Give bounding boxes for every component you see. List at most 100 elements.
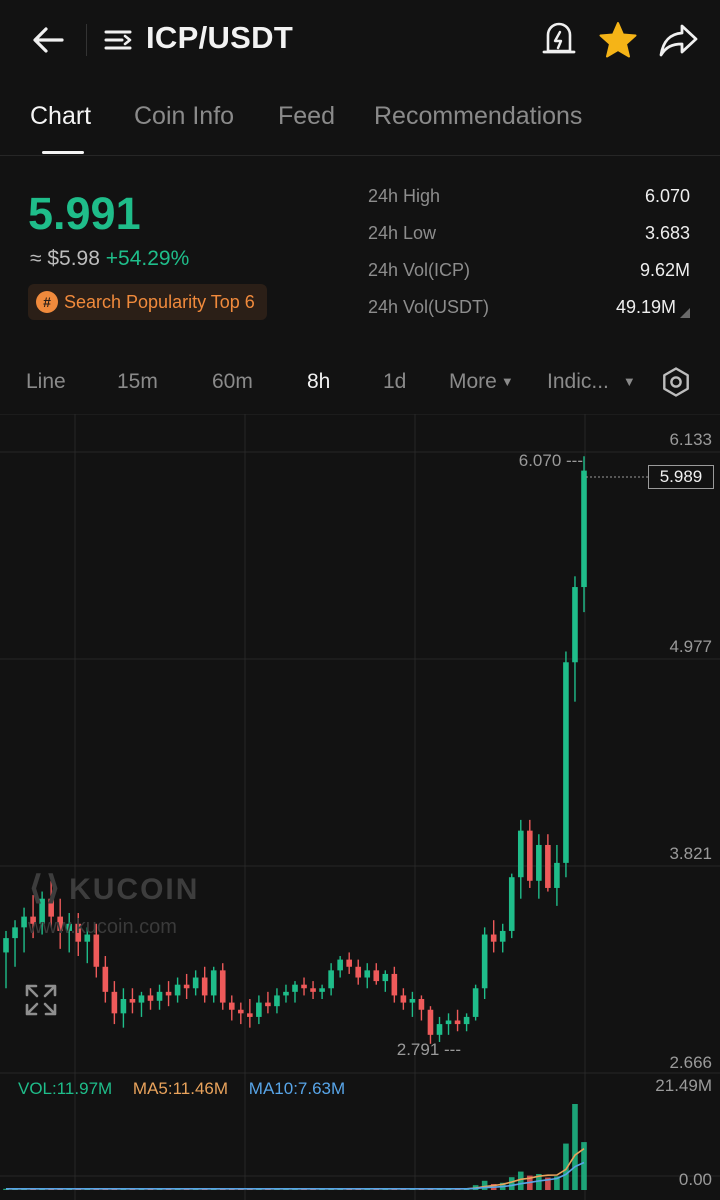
popularity-badge[interactable]: # Search Popularity Top 6 <box>28 284 267 320</box>
toggle-triangle-icon[interactable] <box>680 308 690 318</box>
candle-body <box>409 999 416 1003</box>
stat-row[interactable]: 24h Vol(USDT) 49.19M <box>368 293 690 330</box>
candle-body <box>174 984 181 996</box>
candle-body <box>147 995 154 1001</box>
candle-body <box>228 1002 235 1010</box>
share-icon[interactable] <box>656 18 702 62</box>
settings-icon[interactable] <box>660 366 692 398</box>
candle-body <box>256 1002 262 1017</box>
candle-body <box>201 977 208 996</box>
interval-line[interactable]: Line <box>26 370 66 394</box>
usd-value-and-change: ≈ $5.98 +54.29% <box>30 247 189 271</box>
change-percent: +54.29% <box>105 247 190 270</box>
interval-60m[interactable]: 60m <box>212 370 253 394</box>
interval-8h[interactable]: 8h <box>307 370 330 394</box>
candle-body <box>427 1009 434 1035</box>
candle-body <box>572 587 578 663</box>
candle-body <box>337 959 343 971</box>
candle-body <box>274 995 280 1007</box>
volume-bar <box>572 1104 578 1190</box>
low-marker-label: 2.791 --- <box>397 1040 461 1059</box>
interval-more-label: More <box>449 370 497 393</box>
price-alert-icon[interactable] <box>538 18 580 60</box>
y-axis-tick: 2.666 <box>669 1053 712 1072</box>
interval-1d[interactable]: 1d <box>383 370 406 394</box>
kucoin-logo: ⟨⟩ KUCOIN <box>28 869 200 907</box>
high-marker-label: 6.070 --- <box>519 451 583 470</box>
candle-body <box>283 991 289 996</box>
candle-body <box>346 959 352 967</box>
candle-body <box>536 844 542 881</box>
current-price-tag: 5.989 <box>648 465 714 489</box>
candle-body <box>165 991 172 996</box>
candle-body <box>436 1024 443 1035</box>
candle-body <box>517 830 524 878</box>
stat-label: 24h High <box>368 186 441 206</box>
ma5-value: MA5:11.46M <box>132 1079 229 1098</box>
candle-body <box>138 995 145 1003</box>
candle-body <box>445 1020 452 1025</box>
tab-coin-info[interactable]: Coin Info <box>134 102 234 131</box>
back-arrow-icon[interactable] <box>28 20 68 60</box>
candle-body <box>310 988 316 992</box>
candle-body <box>527 830 533 881</box>
stat-value: 6.070 <box>644 186 690 206</box>
stat-value: 3.683 <box>644 223 690 243</box>
tab-feed[interactable]: Feed <box>278 102 335 131</box>
menu-icon[interactable] <box>102 24 136 56</box>
candle-body <box>292 984 298 992</box>
stat-value: 49.19M <box>615 297 676 317</box>
candle-body <box>219 970 226 1003</box>
last-price: 5.991 <box>28 188 141 239</box>
candle-body <box>472 988 479 1017</box>
tab-recommendations[interactable]: Recommendations <box>374 102 582 131</box>
interval-more[interactable]: More ▼ <box>449 370 514 394</box>
indicators-dropdown[interactable]: Indic... ▼ <box>547 370 636 394</box>
star-icon[interactable] <box>596 18 640 62</box>
candle-body <box>508 877 515 931</box>
caret-down-icon: ▼ <box>500 374 514 389</box>
pair-title[interactable]: ICP/USDT <box>146 20 293 56</box>
y-axis-tick: 4.977 <box>669 637 712 656</box>
active-tab-indicator <box>42 151 84 154</box>
candle-body <box>581 470 587 588</box>
popularity-badge-text: Search Popularity Top 6 <box>64 291 255 312</box>
candle-body <box>120 999 127 1014</box>
kucoin-logo-text: KUCOIN <box>69 873 200 906</box>
watermark: ⟨⟩ KUCOIN www.kucoin.com <box>28 868 200 938</box>
volume-legend: VOL:11.97M MA5:11.46M MA10:7.63M <box>18 1079 361 1099</box>
candle-body <box>373 970 380 982</box>
interval-selector: Line 15m 60m 8h 1d More ▼ Indic... ▼ <box>0 356 720 408</box>
candle-body <box>382 973 389 982</box>
volume-value: VOL:11.97M <box>18 1079 113 1098</box>
candle-body <box>247 1013 253 1017</box>
candle-body <box>301 984 307 989</box>
candle-body <box>563 662 569 863</box>
stat-row: 24h Vol(ICP) 9.62M <box>368 256 690 293</box>
volume-axis-min: 0.00 <box>679 1170 712 1189</box>
candle-body <box>12 927 18 939</box>
candle-body <box>454 1020 461 1025</box>
stat-label: 24h Vol(USDT) <box>368 297 490 317</box>
tab-chart[interactable]: Chart <box>30 102 91 131</box>
candle-body <box>328 970 334 989</box>
watermark-url: www.kucoin.com <box>28 916 177 938</box>
y-axis-tick: 6.133 <box>669 430 712 449</box>
stat-value: 9.62M <box>639 260 690 280</box>
candle-body <box>265 1002 271 1007</box>
candle-body <box>102 966 109 992</box>
fullscreen-expand-icon[interactable] <box>24 983 58 1017</box>
volume-bar <box>517 1171 524 1190</box>
candle-body <box>111 991 118 1014</box>
candle-body <box>93 934 100 967</box>
interval-15m[interactable]: 15m <box>117 370 158 394</box>
candle-body <box>490 934 497 942</box>
tab-bar: Chart Coin Info Feed Recommendations <box>0 96 720 156</box>
candle-body <box>238 1009 244 1014</box>
stat-row: 24h High 6.070 <box>368 182 690 219</box>
candle-body <box>463 1016 470 1025</box>
candle-body <box>183 984 190 989</box>
candle-body <box>319 988 325 992</box>
candle-body <box>3 938 9 953</box>
candle-body <box>355 966 362 978</box>
